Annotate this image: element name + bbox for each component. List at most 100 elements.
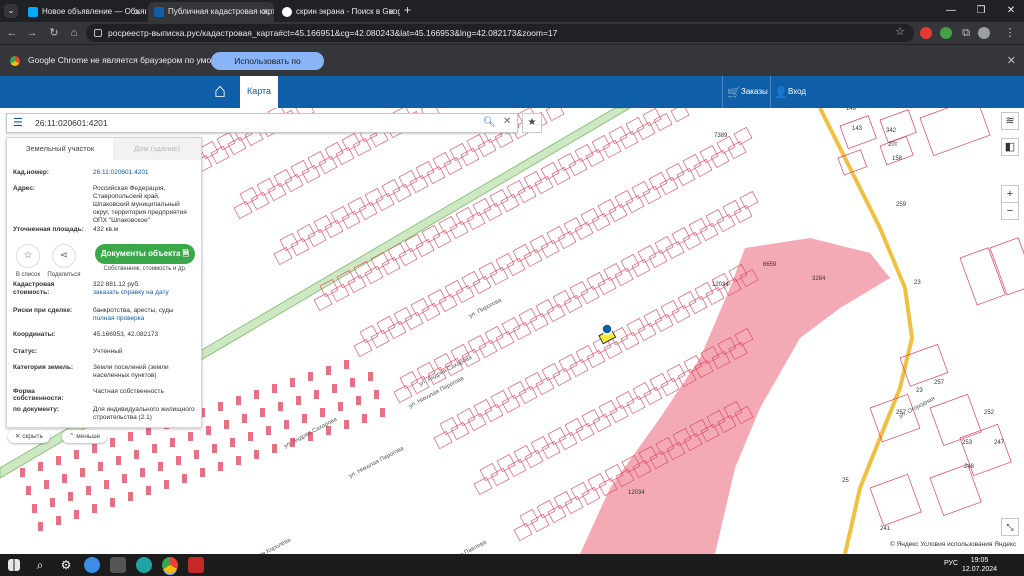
parcel[interactable]	[546, 226, 566, 245]
parcel[interactable]	[393, 307, 413, 326]
parcel[interactable]	[98, 462, 103, 471]
media-player-icon[interactable]	[110, 557, 126, 573]
reload-button[interactable]: ↻	[46, 25, 62, 41]
parcel[interactable]	[614, 268, 634, 287]
parcel[interactable]	[671, 305, 691, 324]
address-bar[interactable]: росреестр-выписка.рус/кадастровая_карта#…	[86, 24, 914, 42]
parcel[interactable]	[653, 113, 673, 132]
parcel[interactable]	[591, 135, 611, 154]
parcel[interactable]	[296, 396, 301, 405]
parcel[interactable]	[62, 474, 67, 483]
new-tab-button[interactable]: +	[404, 3, 411, 17]
set-default-button[interactable]: Использовать по умолчанию	[211, 52, 324, 84]
parcel[interactable]	[456, 408, 476, 427]
parcel[interactable]	[218, 462, 223, 471]
parcel[interactable]	[218, 402, 223, 411]
parcel[interactable]	[330, 284, 350, 303]
parcel[interactable]	[536, 500, 556, 519]
parcel[interactable]	[614, 190, 634, 209]
parcel[interactable]	[587, 473, 607, 492]
parcel[interactable]	[110, 438, 115, 447]
extension-green-icon[interactable]	[940, 27, 952, 39]
parcel[interactable]	[92, 444, 97, 453]
parcel[interactable]	[376, 316, 396, 335]
parcel[interactable]	[705, 287, 725, 306]
parcel[interactable]	[359, 325, 379, 344]
tab-cadastral-map[interactable]: Публичная кадастровая карта ✕	[148, 2, 274, 22]
parcel[interactable]	[671, 227, 691, 246]
parcel[interactable]	[495, 331, 515, 350]
parcel[interactable]	[540, 240, 560, 259]
parcel[interactable]	[534, 176, 554, 195]
parcel[interactable]	[128, 432, 133, 441]
parcel[interactable]	[553, 491, 573, 510]
parcel[interactable]	[290, 378, 295, 387]
parcel[interactable]	[688, 218, 708, 237]
parcel[interactable]	[421, 303, 441, 322]
cadastral-search-bar[interactable]: ☰ 26:11:020601:4201 🔍︎ ✕	[6, 113, 518, 133]
parcel[interactable]	[501, 317, 521, 336]
parcel[interactable]	[682, 232, 702, 251]
favorites-button[interactable]: ★	[522, 113, 542, 133]
parcel[interactable]	[74, 510, 79, 519]
parcel[interactable]	[398, 248, 418, 267]
parcel[interactable]	[439, 417, 459, 436]
parcel[interactable]	[444, 280, 464, 299]
parcel[interactable]	[547, 505, 567, 524]
parcel[interactable]	[495, 253, 515, 272]
less-button[interactable]: ⌃ меньше	[62, 430, 108, 443]
parcel[interactable]	[353, 339, 373, 358]
parcel[interactable]	[478, 262, 498, 281]
parcel[interactable]	[631, 181, 651, 200]
menu-dots-icon[interactable]: ⋮	[1002, 25, 1018, 41]
parcel[interactable]	[574, 222, 594, 241]
parcel[interactable]	[152, 444, 157, 453]
parcel[interactable]	[541, 363, 561, 382]
parcel[interactable]	[839, 115, 877, 150]
parcel[interactable]	[272, 384, 277, 393]
parcel[interactable]	[869, 473, 922, 527]
parcel[interactable]	[170, 438, 175, 447]
bookmark-star-icon[interactable]: ☆	[892, 24, 908, 40]
parcel[interactable]	[581, 487, 601, 506]
parcel[interactable]	[200, 468, 205, 477]
parcel[interactable]	[399, 371, 419, 390]
parcel[interactable]	[381, 179, 401, 198]
parcel[interactable]	[507, 381, 527, 400]
parcel[interactable]	[278, 402, 283, 411]
parcel[interactable]	[260, 408, 265, 417]
parcel[interactable]	[716, 214, 736, 233]
parcel[interactable]	[519, 509, 539, 528]
parcel[interactable]	[415, 161, 435, 180]
parcel[interactable]	[615, 391, 635, 410]
parcel[interactable]	[224, 420, 229, 429]
parcel[interactable]	[344, 420, 349, 429]
parcel[interactable]	[568, 158, 588, 177]
parcel[interactable]	[273, 169, 293, 188]
parcel[interactable]	[546, 304, 566, 323]
parcel[interactable]	[552, 290, 572, 309]
parcel[interactable]	[104, 480, 109, 489]
parcel[interactable]	[236, 396, 241, 405]
parcel[interactable]	[313, 293, 333, 312]
parcel[interactable]	[530, 436, 550, 455]
parcel[interactable]	[570, 482, 590, 501]
parcel[interactable]	[44, 480, 49, 489]
settings-gear-icon[interactable]: ⚙	[58, 557, 74, 573]
parcel[interactable]	[517, 185, 537, 204]
parcel[interactable]	[284, 174, 304, 193]
parcel[interactable]	[375, 193, 395, 212]
parcel[interactable]	[557, 231, 577, 250]
parcel[interactable]	[140, 468, 145, 477]
parcel[interactable]	[364, 188, 384, 207]
parcel[interactable]	[512, 322, 532, 341]
parcel[interactable]	[449, 221, 469, 240]
parcel[interactable]	[460, 148, 480, 167]
parcel[interactable]	[564, 496, 584, 515]
parcel[interactable]	[256, 178, 276, 197]
parcel[interactable]	[68, 492, 73, 501]
parcel[interactable]	[467, 335, 487, 354]
parcel[interactable]	[551, 167, 571, 186]
parcel[interactable]	[642, 108, 662, 127]
close-infobar-icon[interactable]: ✕	[1007, 54, 1016, 67]
